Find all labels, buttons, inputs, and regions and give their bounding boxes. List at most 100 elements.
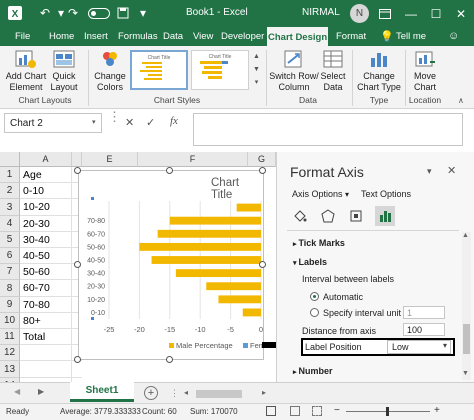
bar-male-40-50[interactable] xyxy=(151,256,261,264)
save-icon[interactable] xyxy=(114,4,132,22)
cell-a9[interactable]: 70-80 xyxy=(20,297,72,313)
sheet-bar-menu-icon[interactable]: ⋮ xyxy=(170,388,179,399)
row-header[interactable]: 4 xyxy=(0,216,20,232)
text-options-tab[interactable]: Text Options xyxy=(361,189,411,199)
interval-unit-input[interactable]: 1 xyxy=(403,306,445,319)
cell-a5[interactable]: 30-40 xyxy=(20,232,72,248)
specify-interval-radio[interactable] xyxy=(310,308,319,317)
legend-label-male[interactable]: Male Percentage xyxy=(176,341,233,350)
prev-sheet-icon[interactable]: ◀ xyxy=(14,387,20,396)
bar-male-60-70[interactable] xyxy=(157,229,261,238)
row-header[interactable]: 2 xyxy=(0,183,20,199)
bar-male-70-80[interactable] xyxy=(169,216,261,225)
cell-a11[interactable]: Total xyxy=(20,329,72,345)
cell-a10[interactable]: 80+ xyxy=(20,313,72,329)
cell-a12[interactable] xyxy=(20,345,72,361)
customize-toolbar-icon[interactable]: ▾ xyxy=(134,4,152,22)
tab-data[interactable]: Data xyxy=(162,27,184,46)
quick-layout-button[interactable]: Quick Layout xyxy=(50,48,78,93)
cell-a7[interactable]: 50-60 xyxy=(20,264,72,280)
smiley-icon[interactable]: ☺ xyxy=(448,30,459,42)
collapse-ribbon-icon[interactable]: ∧ xyxy=(458,96,464,105)
size-properties-icon[interactable] xyxy=(347,207,365,225)
resize-handle-top-left[interactable] xyxy=(74,167,81,174)
axis-options-icon[interactable] xyxy=(375,206,395,226)
pane-options-icon[interactable]: ▾ xyxy=(427,166,432,177)
cell-a3[interactable]: 10-20 xyxy=(20,199,72,216)
row-header[interactable]: 12 xyxy=(0,345,20,361)
column-header-a[interactable]: A xyxy=(20,152,72,167)
move-chart-button[interactable]: Move Chart xyxy=(408,48,442,93)
number-section[interactable]: ▸ Number xyxy=(293,366,332,376)
pane-scrollbar-thumb[interactable] xyxy=(463,324,470,354)
row-header[interactable]: 9 xyxy=(0,297,20,313)
enter-formula-icon[interactable]: ✓ xyxy=(146,116,155,129)
tick-marks-section[interactable]: ▸ Tick Marks xyxy=(293,238,345,248)
name-box[interactable]: Chart 2 xyxy=(4,113,102,133)
maximize-icon[interactable]: ☐ xyxy=(423,0,449,27)
resize-handle-right[interactable] xyxy=(259,261,266,268)
row-header[interactable]: 10 xyxy=(0,313,20,329)
axis-selection-handle[interactable] xyxy=(91,317,94,320)
row-header[interactable]: 13 xyxy=(0,361,20,378)
select-all-corner[interactable] xyxy=(0,152,20,167)
effects-icon[interactable] xyxy=(319,207,337,225)
labels-section[interactable]: ▾ Labels xyxy=(293,257,327,267)
zoom-out-icon[interactable]: − xyxy=(334,405,340,416)
page-layout-icon[interactable] xyxy=(290,406,300,416)
axis-selection-handle[interactable] xyxy=(91,197,94,200)
autosave-toggle[interactable] xyxy=(88,8,110,19)
horizontal-scrollbar-thumb[interactable] xyxy=(196,390,242,398)
row-header[interactable]: 1 xyxy=(0,167,20,183)
tab-format[interactable]: Format xyxy=(335,27,367,46)
row-header[interactable]: 5 xyxy=(0,232,20,248)
cell-partial[interactable] xyxy=(72,361,82,378)
zoom-in-icon[interactable]: + xyxy=(434,405,440,416)
cancel-formula-icon[interactable]: ✕ xyxy=(125,116,134,129)
bar-male-20-30[interactable] xyxy=(206,282,261,291)
column-header-partial[interactable] xyxy=(72,152,82,167)
avatar[interactable]: N xyxy=(350,4,369,23)
chart-style-1[interactable]: Chart Title xyxy=(130,50,188,90)
distance-from-axis-input[interactable]: 100 xyxy=(403,323,445,336)
bar-male-80+[interactable] xyxy=(236,203,261,212)
chart-style-2[interactable]: Chart Title xyxy=(191,50,249,90)
tab-home[interactable]: Home xyxy=(48,27,75,46)
zoom-slider-thumb[interactable] xyxy=(386,407,389,416)
change-chart-type-button[interactable]: Change Chart Type xyxy=(356,48,402,93)
switch-row-column-button[interactable]: Switch Row/ Column xyxy=(268,48,320,93)
column-header-f[interactable]: F xyxy=(138,152,248,167)
fill-line-icon[interactable] xyxy=(291,207,309,225)
column-header-g[interactable]: G xyxy=(248,152,276,167)
change-colors-button[interactable]: Change Colors xyxy=(92,48,128,93)
tab-formulas[interactable]: Formulas xyxy=(117,27,159,46)
name-box-dropdown-icon[interactable]: ▾ xyxy=(92,118,96,126)
chart-styles-scroll[interactable]: ▲ ▼ ▾ xyxy=(251,50,262,90)
cell-a6[interactable]: 40-50 xyxy=(20,248,72,264)
insert-function-icon[interactable]: fx xyxy=(170,115,178,127)
tab-developer[interactable]: Developer xyxy=(220,27,265,46)
next-sheet-icon[interactable]: ▶ xyxy=(38,387,44,396)
resize-handle-left[interactable] xyxy=(74,261,81,268)
tab-file[interactable]: File xyxy=(14,27,31,46)
row-header[interactable]: 11 xyxy=(0,329,20,345)
cell-a4[interactable]: 20-30 xyxy=(20,216,72,232)
tab-chart-design[interactable]: Chart Design xyxy=(267,27,329,47)
close-icon[interactable]: ✕ xyxy=(448,0,474,27)
add-chart-element-button[interactable]: Add Chart Element xyxy=(4,48,48,93)
resize-handle-top-right[interactable] xyxy=(259,167,266,174)
bar-male-50-60[interactable] xyxy=(139,242,261,251)
label-position-dropdown[interactable]: Low ▾ xyxy=(387,340,451,354)
row-header[interactable]: 8 xyxy=(0,280,20,297)
add-sheet-icon[interactable]: + xyxy=(144,386,158,400)
cell-a8[interactable]: 60-70 xyxy=(20,280,72,297)
bar-male-0-10[interactable] xyxy=(242,308,261,317)
automatic-radio[interactable] xyxy=(310,292,319,301)
redo-icon[interactable]: ↷ xyxy=(64,4,82,22)
tab-insert[interactable]: Insert xyxy=(83,27,109,46)
select-data-button[interactable]: Select Data xyxy=(320,48,346,93)
formula-input[interactable] xyxy=(193,113,463,146)
axis-options-tab[interactable]: Axis Options ▾ xyxy=(292,189,349,199)
row-header[interactable]: 3 xyxy=(0,199,20,216)
cell-a2[interactable]: 0-10 xyxy=(20,183,72,199)
